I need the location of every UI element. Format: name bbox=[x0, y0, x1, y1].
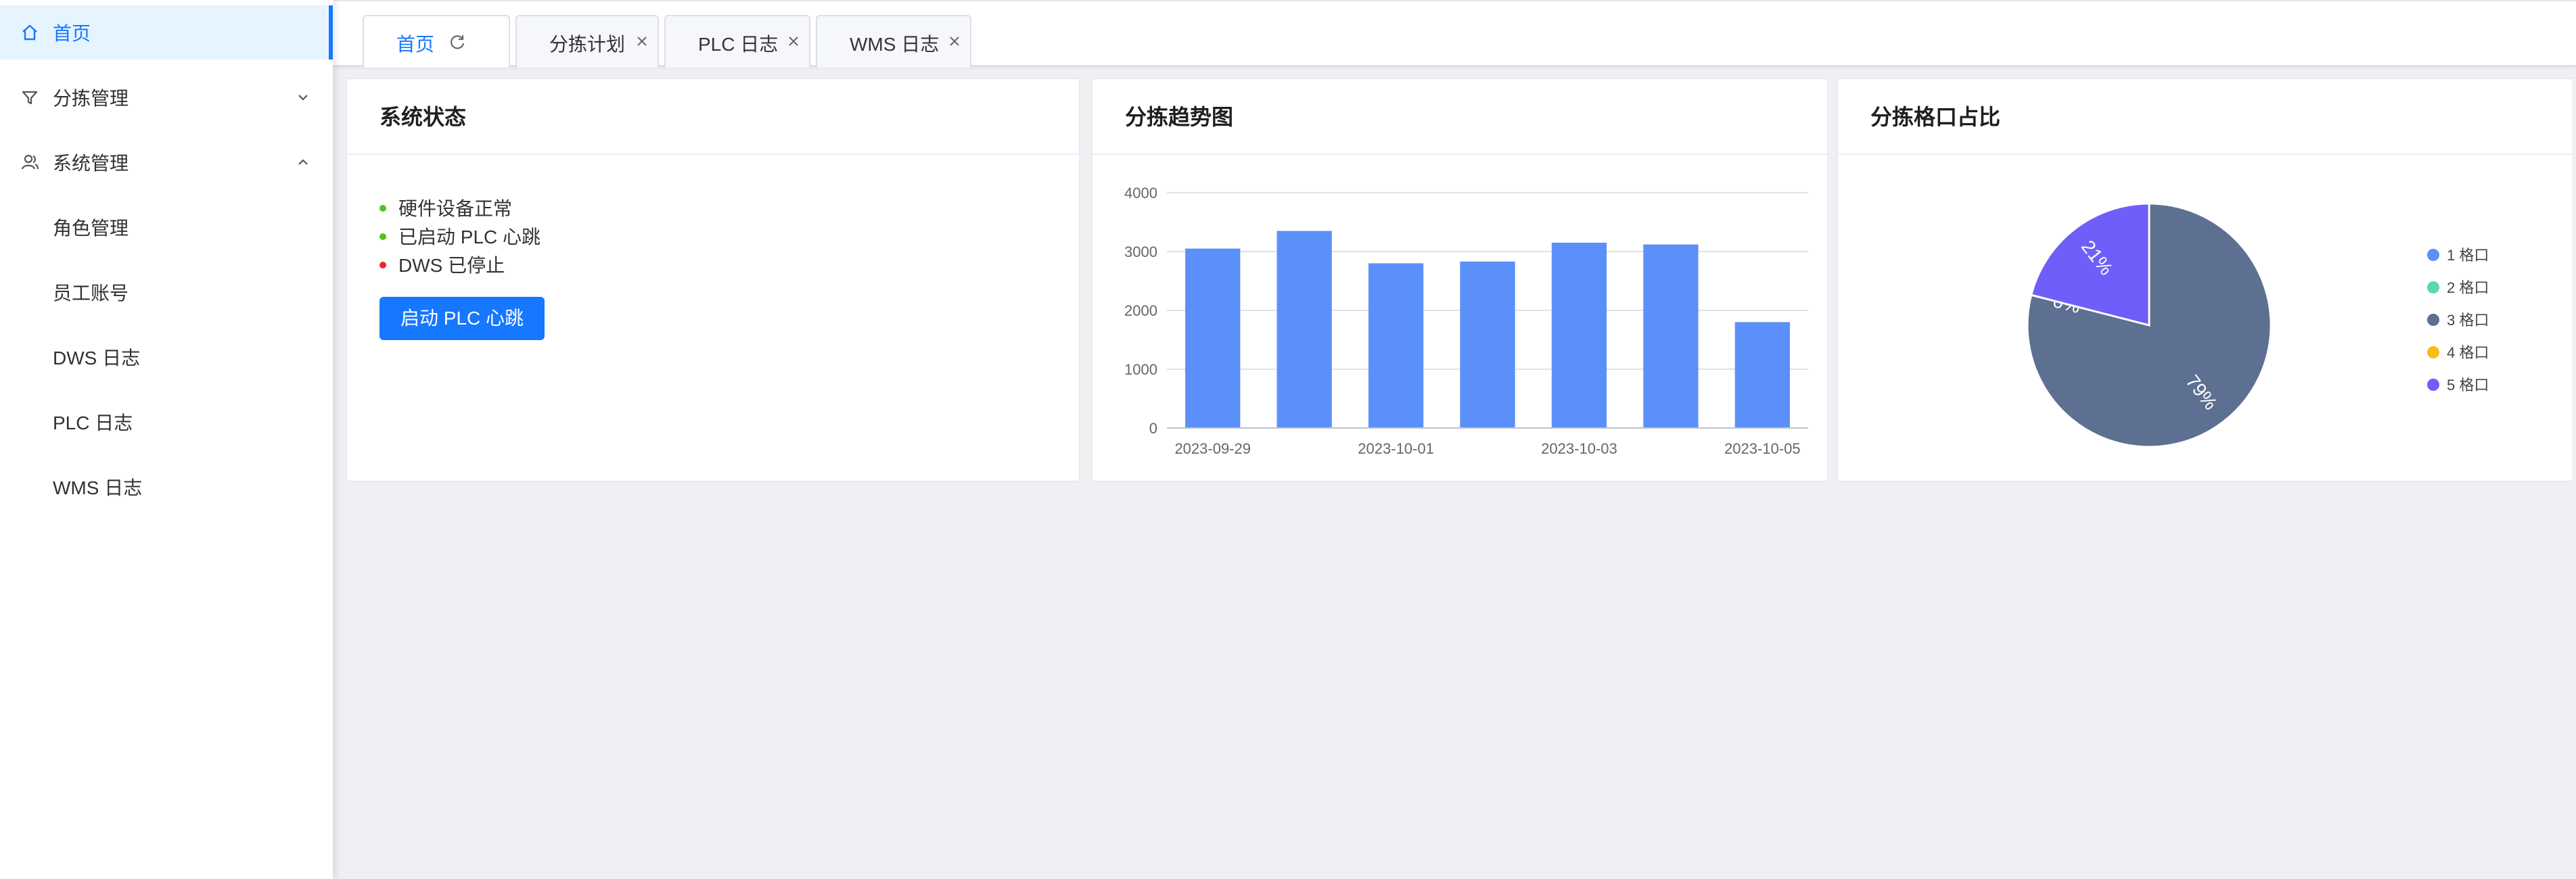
status-text: 硬件设备正常 bbox=[398, 198, 513, 219]
sorting-trend-card: 分拣趋势图 0 1000 2000 3000 4000 2023-09-29 2023-10… bbox=[1092, 78, 1828, 481]
close-icon[interactable] bbox=[948, 35, 961, 47]
bar bbox=[1368, 263, 1424, 428]
status-dot bbox=[380, 205, 386, 212]
status-dot bbox=[380, 233, 386, 240]
legend-marker bbox=[2427, 379, 2439, 391]
slot-ratio-card: 分拣格口占比 0%79%0%21%1 格口2 格口3 格口4 格口5 格口 bbox=[1837, 78, 2573, 481]
tab-bar: 首页 分拣计划 PLC 日志 WMS 日志 bbox=[333, 0, 2576, 68]
sidebar-item-label: 分拣管理 bbox=[53, 88, 129, 109]
tab-label: 首页 bbox=[396, 34, 435, 55]
status-dot bbox=[380, 262, 386, 268]
card-title: 分拣格口占比 bbox=[1838, 79, 2573, 155]
main-content: 系统状态 硬件设备正常 已启动 PLC 心跳 DWS 已停止 启动 PLC 心跳… bbox=[333, 66, 2576, 879]
close-icon[interactable] bbox=[636, 35, 648, 47]
bar bbox=[1276, 231, 1332, 428]
chevron-down-icon bbox=[298, 95, 308, 101]
sidebar-item-label: 角色管理 bbox=[53, 218, 129, 239]
sidebar-item-label: PLC 日志 bbox=[53, 412, 133, 433]
sidebar-item-label: 员工账号 bbox=[53, 283, 129, 304]
user-group-icon bbox=[21, 154, 39, 170]
sidebar: 首页 分拣管理 系统管理 角色管理 员工账号 DWS 日志 PLC 日志 WMS… bbox=[0, 0, 333, 879]
tab-label: WMS 日志 bbox=[850, 34, 940, 55]
legend-marker bbox=[2427, 249, 2439, 261]
slot-ratio-chart: 0%79%0%21%1 格口2 格口3 格口4 格口5 格口 bbox=[2026, 202, 2489, 448]
status-text: 已启动 PLC 心跳 bbox=[398, 227, 541, 247]
tab-plc-log[interactable]: PLC 日志 bbox=[664, 15, 810, 68]
filter-icon bbox=[22, 91, 38, 105]
sidebar-item-staff[interactable]: 员工账号 bbox=[0, 265, 333, 319]
legend-label: 3 格口 bbox=[2447, 312, 2489, 329]
tab-sorting-plan[interactable]: 分拣计划 bbox=[515, 15, 659, 68]
x-tick-label: 2023-10-03 bbox=[1541, 440, 1617, 457]
chevron-up-icon bbox=[298, 159, 308, 165]
y-tick-label: 2000 bbox=[1124, 302, 1157, 319]
sidebar-item-roles[interactable]: 角色管理 bbox=[0, 200, 333, 254]
legend-label: 5 格口 bbox=[2447, 377, 2489, 394]
legend-marker bbox=[2427, 281, 2439, 293]
sidebar-item-sorting[interactable]: 分拣管理 bbox=[0, 70, 333, 124]
sidebar-item-home[interactable]: 首页 bbox=[0, 5, 333, 60]
x-tick-label: 2023-10-01 bbox=[1358, 440, 1434, 457]
status-text: DWS 已停止 bbox=[398, 255, 505, 276]
card-title: 系统状态 bbox=[347, 79, 1079, 155]
sorting-trend-chart: 0 1000 2000 3000 4000 2023-09-29 2023-10-01 202… bbox=[1124, 185, 1808, 457]
legend-label: 2 格口 bbox=[2447, 279, 2489, 296]
card-title: 分拣趋势图 bbox=[1092, 79, 1827, 155]
sidebar-item-label: DWS 日志 bbox=[53, 348, 141, 369]
legend-label: 4 格口 bbox=[2447, 344, 2489, 361]
start-plc-heartbeat-button[interactable]: 启动 PLC 心跳 bbox=[380, 297, 545, 340]
x-tick-label: 2023-10-05 bbox=[1724, 440, 1801, 457]
sidebar-item-dws-log[interactable]: DWS 日志 bbox=[0, 330, 333, 384]
sidebar-item-label: WMS 日志 bbox=[53, 477, 143, 498]
legend-marker bbox=[2427, 314, 2439, 326]
y-tick-label: 0 bbox=[1149, 420, 1157, 437]
sidebar-item-system[interactable]: 系统管理 bbox=[0, 135, 333, 189]
refresh-icon[interactable] bbox=[448, 32, 467, 51]
x-tick-label: 2023-09-29 bbox=[1174, 440, 1251, 457]
sidebar-item-plc-log[interactable]: PLC 日志 bbox=[0, 395, 333, 449]
legend-marker bbox=[2427, 346, 2439, 358]
bar bbox=[1734, 322, 1790, 428]
sidebar-item-wms-log[interactable]: WMS 日志 bbox=[0, 460, 333, 514]
legend-label: 1 格口 bbox=[2447, 247, 2489, 264]
tab-wms-log[interactable]: WMS 日志 bbox=[816, 15, 971, 68]
tab-home[interactable]: 首页 bbox=[363, 15, 510, 68]
tab-label: 分拣计划 bbox=[549, 34, 626, 55]
system-status-card: 系统状态 硬件设备正常 已启动 PLC 心跳 DWS 已停止 启动 PLC 心跳 bbox=[346, 78, 1080, 481]
bar bbox=[1185, 248, 1241, 428]
home-icon bbox=[22, 24, 37, 41]
y-tick-label: 4000 bbox=[1124, 185, 1157, 201]
tab-label: PLC 日志 bbox=[698, 34, 779, 55]
bar bbox=[1643, 244, 1699, 428]
y-tick-label: 3000 bbox=[1124, 243, 1157, 260]
sidebar-item-label: 首页 bbox=[53, 23, 91, 44]
sidebar-item-label: 系统管理 bbox=[53, 153, 129, 174]
close-icon[interactable] bbox=[787, 35, 800, 47]
bar bbox=[1551, 242, 1607, 428]
bar bbox=[1460, 261, 1515, 428]
y-tick-label: 1000 bbox=[1124, 361, 1157, 378]
